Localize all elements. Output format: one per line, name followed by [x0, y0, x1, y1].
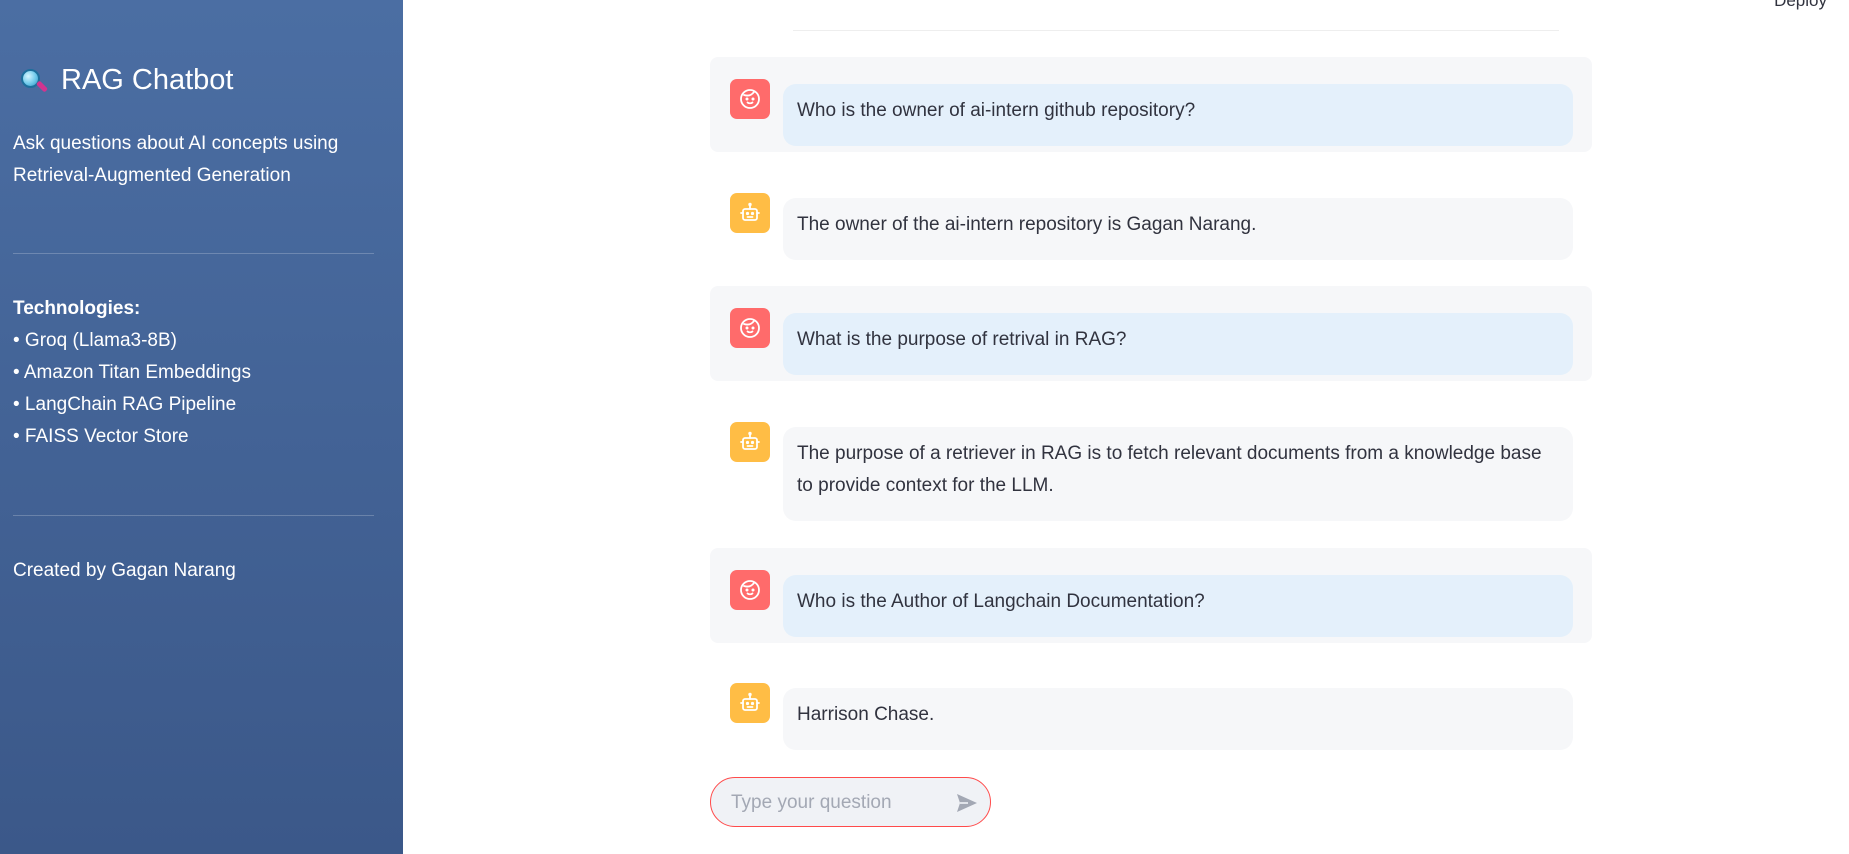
chat-message-user: Who is the owner of ai-intern github rep… — [710, 57, 1592, 152]
sidebar-title: RAG Chatbot — [19, 60, 233, 100]
chat-message-assistant: The owner of the ai-intern repository is… — [710, 171, 1592, 264]
chat-main: Deploy Who is the owner of ai-intern git… — [403, 0, 1849, 854]
sidebar-credit: Created by Gagan Narang — [13, 560, 236, 581]
tech-item: • Amazon Titan Embeddings — [13, 362, 251, 383]
user-face-icon — [730, 79, 770, 119]
message-text: Who is the owner of ai-intern github rep… — [783, 84, 1573, 146]
user-face-icon — [730, 308, 770, 348]
message-text: The owner of the ai-intern repository is… — [783, 198, 1573, 260]
chat-message-assistant: Harrison Chase. — [710, 661, 1592, 754]
chat-message-user: Who is the Author of Langchain Documenta… — [710, 548, 1592, 643]
send-icon — [957, 794, 977, 812]
message-text: The purpose of a retriever in RAG is to … — [783, 427, 1573, 521]
message-text: Harrison Chase. — [783, 688, 1573, 750]
question-input[interactable] — [731, 788, 941, 818]
sidebar: RAG Chatbot Ask questions about AI conce… — [0, 0, 403, 854]
tech-item: • Groq (Llama3-8B) — [13, 330, 177, 351]
user-face-icon — [730, 570, 770, 610]
top-divider — [793, 30, 1559, 31]
chat-message-assistant: The purpose of a retriever in RAG is to … — [710, 400, 1592, 525]
robot-icon — [730, 422, 770, 462]
chat-input-container — [710, 777, 991, 827]
tech-item: • LangChain RAG Pipeline — [13, 394, 237, 415]
magnifying-glass-icon — [19, 65, 49, 95]
sidebar-description: Ask questions about AI concepts using Re… — [13, 133, 339, 186]
sidebar-divider — [13, 515, 374, 516]
chat-message-user: What is the purpose of retrival in RAG? — [710, 286, 1592, 381]
technologies-section: Technologies: • Groq (Llama3-8B) • Amazo… — [13, 293, 373, 453]
robot-icon — [730, 683, 770, 723]
message-text: What is the purpose of retrival in RAG? — [783, 313, 1573, 375]
app-root: RAG Chatbot Ask questions about AI conce… — [0, 0, 1849, 854]
message-text: Who is the Author of Langchain Documenta… — [783, 575, 1573, 637]
sidebar-divider — [13, 253, 374, 254]
tech-item: • FAISS Vector Store — [13, 426, 189, 447]
technologies-heading: Technologies: — [13, 298, 141, 319]
send-button[interactable] — [954, 791, 980, 815]
deploy-button[interactable]: Deploy — [1774, 0, 1827, 11]
sidebar-title-text: RAG Chatbot — [61, 64, 234, 96]
robot-icon — [730, 193, 770, 233]
